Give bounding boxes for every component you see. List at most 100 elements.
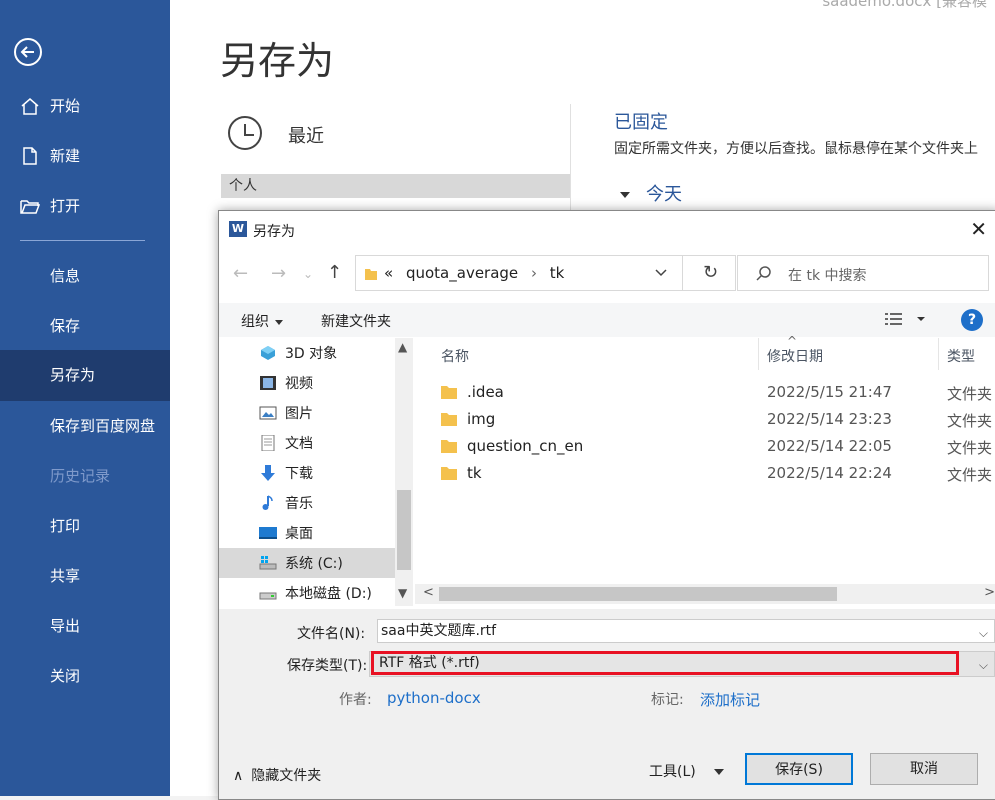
file-row[interactable]: .idea 2022/5/15 21:47 文件夹 <box>415 379 995 406</box>
view-options-button[interactable] <box>885 311 925 331</box>
sidebar-item-label: 保存到百度网盘 <box>50 417 156 435</box>
column-header-type[interactable]: 类型 <box>947 346 975 366</box>
sidebar-item-close[interactable]: 关闭 <box>0 654 170 698</box>
save-button[interactable]: 保存(S) <box>745 753 853 785</box>
sidebar-item-home[interactable]: 开始 <box>0 84 170 128</box>
tree-item-label: 图片 <box>285 406 313 422</box>
sidebar-item-save[interactable]: 保存 <box>0 304 170 348</box>
tree-item-documents[interactable]: 文档 <box>219 428 395 458</box>
help-icon[interactable]: ? <box>961 309 983 331</box>
scrollbar-thumb[interactable] <box>439 587 837 601</box>
sidebar-item-label: 保存 <box>50 317 81 335</box>
sidebar-item-save-to-baidu[interactable]: 保存到百度网盘 <box>0 404 170 448</box>
sidebar-item-label: 新建 <box>50 147 81 165</box>
tree-item-desktop[interactable]: 桌面 <box>219 518 395 548</box>
back-nav-icon[interactable]: ← <box>233 263 248 284</box>
tree-item-label: 音乐 <box>285 496 313 512</box>
breadcrumb-item[interactable]: quota_average <box>406 264 518 282</box>
chevron-down-icon[interactable]: ⌵ <box>979 622 988 644</box>
file-type: 文件夹 <box>947 439 993 457</box>
search-placeholder: 在 tk 中搜索 <box>788 268 867 284</box>
refresh-icon[interactable]: ↻ <box>682 256 738 290</box>
hide-folders-label: 隐藏文件夹 <box>251 768 322 784</box>
cancel-button[interactable]: 取消 <box>870 753 978 785</box>
video-icon <box>260 376 276 390</box>
sidebar-item-label: 共享 <box>50 567 81 585</box>
column-header-modified[interactable]: 修改日期 <box>767 346 823 366</box>
file-row[interactable]: question_cn_en 2022/5/14 22:05 文件夹 <box>415 433 995 460</box>
file-row[interactable]: tk 2022/5/14 22:24 文件夹 <box>415 460 995 487</box>
filename-field[interactable]: saa中英文题库.rtf ⌵ <box>377 619 995 643</box>
folder-icon <box>441 440 457 453</box>
file-name: question_cn_en <box>467 437 584 455</box>
author-value[interactable]: python-docx <box>387 689 481 707</box>
pictures-icon <box>259 406 277 420</box>
address-bar[interactable]: « quota_average › tk ↻ <box>355 255 736 291</box>
new-document-icon <box>23 147 37 165</box>
scroll-right-icon[interactable]: > <box>984 585 995 600</box>
sidebar-item-print[interactable]: 打印 <box>0 504 170 548</box>
tree-item-local-disk-d[interactable]: 本地磁盘 (D:) <box>219 578 395 606</box>
page-title: 另存为 <box>220 39 335 83</box>
hide-folders-toggle[interactable]: ∧ 隐藏文件夹 <box>233 765 321 785</box>
sidebar-item-open[interactable]: 打开 <box>0 184 170 228</box>
navigation-tree: 3D 对象 视频 图片 文档 下载 音乐 桌面 系统 (C:) 本地磁盘 (D:… <box>219 338 415 606</box>
tree-item-downloads[interactable]: 下载 <box>219 458 395 488</box>
backstage-sidebar: 开始 新建 打开 信息 保存 另存为 保存到百度网盘 历史记录 打印 共享 导出… <box>0 0 170 796</box>
file-name: tk <box>467 464 482 482</box>
chevron-down-icon[interactable]: ⌵ <box>979 654 988 676</box>
tree-item-system-drive[interactable]: 系统 (C:) <box>219 548 395 578</box>
column-header-name[interactable]: 名称 <box>441 346 469 366</box>
back-arrow-icon[interactable] <box>14 38 42 66</box>
new-folder-button[interactable]: 新建文件夹 <box>321 311 391 331</box>
breadcrumb-separator-icon: › <box>530 264 537 282</box>
tree-scrollbar[interactable]: ▲ ▼ <box>395 338 413 606</box>
tree-item-3d-objects[interactable]: 3D 对象 <box>219 338 395 368</box>
sidebar-item-label: 另存为 <box>50 366 96 384</box>
chevron-up-icon: ∧ <box>233 768 244 784</box>
sidebar-item-save-as[interactable]: 另存为 <box>0 350 170 401</box>
tools-button[interactable]: 工具(L) <box>649 761 724 781</box>
recent-locations-dropdown-icon[interactable]: ⌄ <box>303 267 313 281</box>
open-folder-icon <box>20 200 40 214</box>
organize-button[interactable]: 组织 <box>241 311 283 331</box>
download-icon <box>261 465 275 481</box>
filename-value: saa中英文题库.rtf <box>381 623 497 639</box>
sidebar-item-share[interactable]: 共享 <box>0 554 170 598</box>
close-icon[interactable]: ✕ <box>970 219 987 239</box>
forward-nav-icon[interactable]: → <box>271 263 286 284</box>
column-divider[interactable] <box>758 338 759 370</box>
filename-label: 文件名(N): <box>297 626 366 642</box>
tree-item-pictures[interactable]: 图片 <box>219 398 395 428</box>
column-divider[interactable] <box>938 338 939 370</box>
scrollbar-thumb[interactable] <box>397 490 411 570</box>
sidebar-item-export[interactable]: 导出 <box>0 604 170 648</box>
today-group[interactable]: 今天 <box>620 180 682 206</box>
recent-locations[interactable]: 最近 <box>228 116 518 156</box>
desktop-icon <box>259 527 277 539</box>
tree-item-video[interactable]: 视频 <box>219 368 395 398</box>
document-title: saademo.docx [兼容模 <box>822 0 987 10</box>
tree-item-label: 本地磁盘 (D:) <box>285 586 372 602</box>
personal-tab[interactable]: 个人 <box>221 174 570 198</box>
tree-item-label: 下载 <box>285 466 313 482</box>
scroll-down-icon[interactable]: ▼ <box>398 586 407 600</box>
horizontal-scrollbar[interactable]: < > <box>415 584 995 604</box>
breadcrumb-overflow[interactable]: « <box>384 264 393 282</box>
tree-item-music[interactable]: 音乐 <box>219 488 395 518</box>
breadcrumb-item[interactable]: tk <box>550 264 565 282</box>
tree-item-label: 桌面 <box>285 526 313 542</box>
folder-icon <box>441 413 457 426</box>
sidebar-item-label: 历史记录 <box>50 467 111 485</box>
scroll-up-icon[interactable]: ▲ <box>398 340 407 354</box>
search-input[interactable]: 在 tk 中搜索 <box>737 255 989 291</box>
divider <box>570 104 571 214</box>
add-tags-link[interactable]: 添加标记 <box>700 689 760 710</box>
chevron-down-icon[interactable] <box>654 266 668 280</box>
scroll-left-icon[interactable]: < <box>423 585 434 600</box>
save-as-dialog: W 另存为 ✕ ← → ⌄ ↑ « quota_average › tk ↻ 在… <box>218 210 995 800</box>
sidebar-item-new[interactable]: 新建 <box>0 134 170 178</box>
sidebar-item-info[interactable]: 信息 <box>0 254 170 298</box>
file-row[interactable]: img 2022/5/14 23:23 文件夹 <box>415 406 995 433</box>
up-folder-icon[interactable]: ↑ <box>327 262 342 283</box>
